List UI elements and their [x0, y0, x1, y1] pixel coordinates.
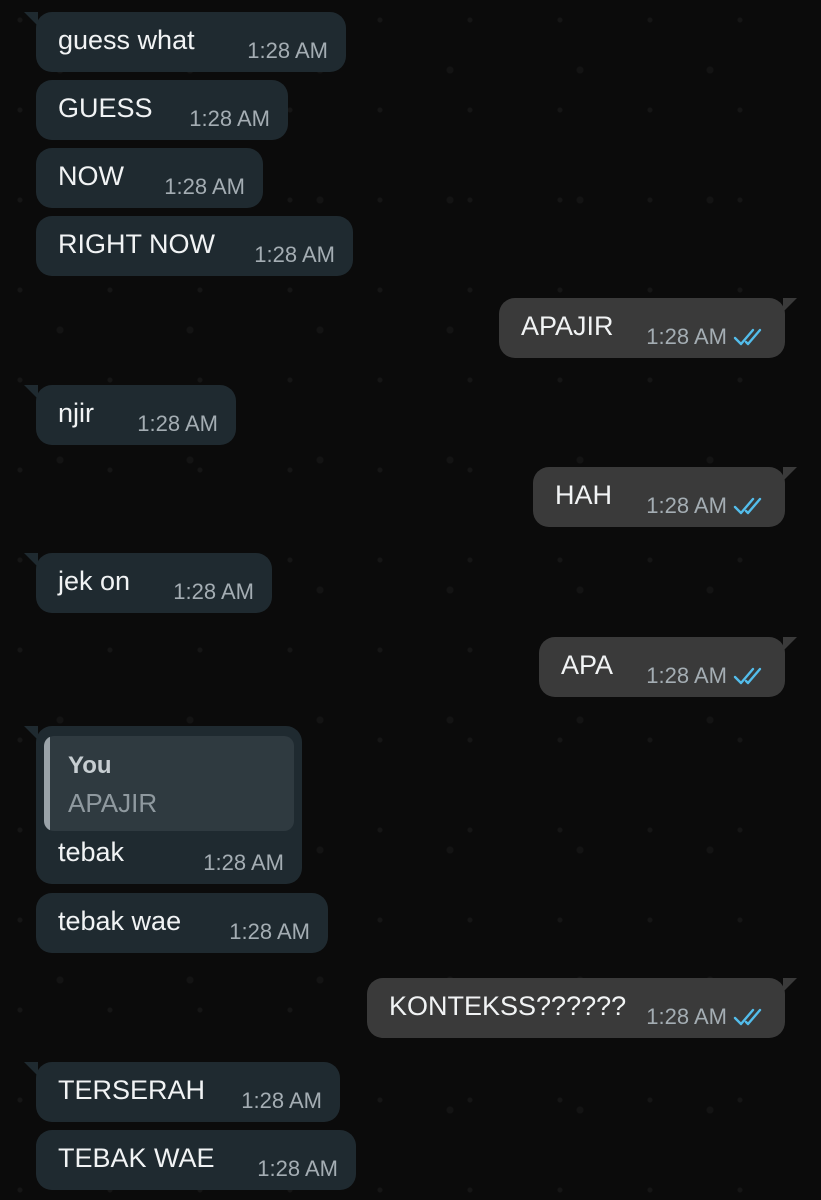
message-timestamp: 1:28 AM: [173, 579, 254, 604]
message-meta: 1:28 AM: [257, 1156, 338, 1182]
message-timestamp: 1:28 AM: [203, 850, 284, 875]
read-receipt-icon: [733, 1008, 762, 1026]
message-meta: 1:28 AM: [164, 174, 245, 200]
message-text: TERSERAH: [58, 1075, 206, 1105]
reply-message-bubble[interactable]: You APAJIR tebak 1:28 AM: [24, 726, 302, 884]
incoming-message-bubble[interactable]: NOW 1:28 AM: [36, 148, 263, 208]
incoming-message-bubble[interactable]: GUESS 1:28 AM: [36, 80, 288, 140]
message-meta: 1:28 AM: [646, 493, 767, 519]
message-timestamp: 1:28 AM: [254, 242, 335, 267]
message-text: jek on: [58, 566, 131, 596]
message-timestamp: 1:28 AM: [646, 324, 727, 349]
incoming-message-bubble[interactable]: jek on 1:28 AM: [24, 553, 272, 613]
message-text: APAJIR: [521, 311, 614, 341]
message-meta: 1:28 AM: [247, 38, 328, 64]
message-meta: 1:28 AM: [189, 106, 270, 132]
message-text: APA: [561, 650, 614, 680]
message-timestamp: 1:28 AM: [646, 663, 727, 688]
message-meta: 1:28 AM: [173, 579, 254, 605]
message-timestamp: 1:28 AM: [137, 411, 218, 436]
read-receipt-icon: [733, 497, 762, 515]
message-timestamp: 1:28 AM: [247, 38, 328, 63]
chat-message-list[interactable]: guess what 1:28 AM GUESS 1:28 AM NOW 1:2…: [0, 0, 821, 1200]
message-timestamp: 1:28 AM: [257, 1156, 338, 1181]
message-text: KONTEKSS??????: [389, 991, 627, 1021]
incoming-message-bubble[interactable]: guess what 1:28 AM: [24, 12, 346, 72]
incoming-message-bubble[interactable]: TEBAK WAE 1:28 AM: [36, 1130, 356, 1190]
message-text: GUESS: [58, 93, 153, 123]
message-meta: 1:28 AM: [229, 919, 310, 945]
outgoing-message-bubble[interactable]: KONTEKSS?????? 1:28 AM: [367, 978, 797, 1038]
message-timestamp: 1:28 AM: [646, 493, 727, 518]
message-text: HAH: [555, 480, 613, 510]
outgoing-message-bubble[interactable]: HAH 1:28 AM: [533, 467, 797, 527]
message-meta: 1:28 AM: [254, 242, 335, 268]
message-meta: 1:28 AM: [646, 663, 767, 689]
message-meta: 1:28 AM: [646, 324, 767, 350]
message-text: tebak: [58, 837, 125, 867]
quoted-author: You: [68, 752, 112, 779]
outgoing-message-bubble[interactable]: APA 1:28 AM: [539, 637, 797, 697]
message-text: NOW: [58, 161, 124, 191]
quoted-message[interactable]: You APAJIR: [44, 736, 294, 831]
outgoing-message-bubble[interactable]: APAJIR 1:28 AM: [499, 298, 797, 358]
message-text: njir: [58, 398, 95, 428]
quote-accent-bar: [44, 736, 50, 831]
message-text: tebak wae: [58, 906, 182, 936]
message-timestamp: 1:28 AM: [229, 919, 310, 944]
message-text: TEBAK WAE: [58, 1143, 215, 1173]
message-meta: 1:28 AM: [203, 850, 284, 876]
message-timestamp: 1:28 AM: [189, 106, 270, 131]
read-receipt-icon: [733, 328, 762, 346]
quoted-text: APAJIR: [68, 788, 158, 818]
message-text: RIGHT NOW: [58, 229, 215, 259]
incoming-message-bubble[interactable]: RIGHT NOW 1:28 AM: [36, 216, 353, 276]
incoming-message-bubble[interactable]: tebak wae 1:28 AM: [36, 893, 328, 953]
incoming-message-bubble[interactable]: TERSERAH 1:28 AM: [24, 1062, 340, 1122]
read-receipt-icon: [733, 667, 762, 685]
message-timestamp: 1:28 AM: [241, 1088, 322, 1113]
message-timestamp: 1:28 AM: [646, 1004, 727, 1029]
incoming-message-bubble[interactable]: njir 1:28 AM: [24, 385, 236, 445]
message-meta: 1:28 AM: [646, 1004, 767, 1030]
message-timestamp: 1:28 AM: [164, 174, 245, 199]
message-meta: 1:28 AM: [241, 1088, 322, 1114]
message-text: guess what: [58, 25, 195, 55]
message-meta: 1:28 AM: [137, 411, 218, 437]
